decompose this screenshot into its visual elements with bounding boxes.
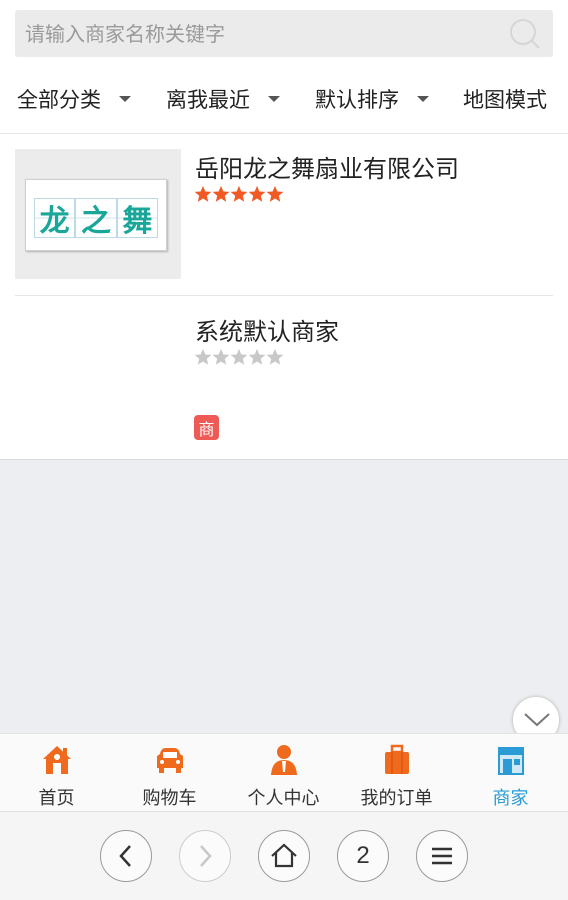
tab-profile-label: 个人中心 bbox=[247, 788, 320, 809]
shop-icon bbox=[498, 747, 524, 775]
shop-name[interactable]: 系统默认商家 bbox=[195, 312, 339, 347]
shop-list-item[interactable]: 龙 之 舞 岳阳龙之舞扇业有限公司 bbox=[15, 149, 553, 296]
tab-count: 2 bbox=[356, 842, 370, 869]
filter-distance-label: 离我最近 bbox=[166, 88, 250, 112]
filter-map-mode-label: 地图模式 bbox=[463, 88, 547, 112]
forward-button[interactable] bbox=[179, 830, 231, 882]
star-icon bbox=[194, 185, 212, 202]
star-icon bbox=[212, 348, 230, 365]
filter-sort[interactable]: 默认排序 bbox=[315, 72, 429, 126]
star-rating bbox=[194, 348, 284, 366]
tab-merchant[interactable]: 商家 bbox=[454, 734, 567, 813]
back-button[interactable] bbox=[100, 830, 152, 882]
menu-button[interactable] bbox=[416, 830, 468, 882]
caret-down-icon bbox=[417, 96, 429, 102]
filter-map-mode[interactable]: 地图模式 bbox=[463, 72, 547, 126]
logo-char: 舞 bbox=[116, 198, 158, 239]
logo-char: 之 bbox=[75, 198, 117, 239]
star-icon bbox=[266, 185, 284, 202]
caret-down-icon bbox=[268, 96, 280, 102]
tab-home-label: 首页 bbox=[38, 788, 75, 809]
filter-sort-label: 默认排序 bbox=[315, 88, 399, 112]
chevron-down-icon bbox=[524, 713, 550, 727]
star-icon bbox=[212, 185, 230, 202]
user-icon bbox=[271, 745, 297, 775]
tab-merchant-label: 商家 bbox=[492, 788, 529, 809]
browser-toolbar: 2 bbox=[0, 812, 568, 900]
filter-category-label: 全部分类 bbox=[17, 88, 101, 112]
star-icon bbox=[230, 185, 248, 202]
shop-thumbnail[interactable]: 龙 之 舞 bbox=[15, 149, 181, 279]
caret-down-icon bbox=[119, 96, 131, 102]
shop-name[interactable]: 岳阳龙之舞扇业有限公司 bbox=[195, 149, 459, 184]
bottom-tab-bar: 首页 购物车 个人中心 我的订单 商家 bbox=[0, 733, 568, 812]
tabs-button[interactable]: 2 bbox=[337, 830, 389, 882]
home-icon bbox=[43, 746, 71, 774]
tab-cart-label: 购物车 bbox=[142, 788, 197, 809]
search-input[interactable] bbox=[15, 10, 495, 57]
filter-distance[interactable]: 离我最近 bbox=[166, 72, 280, 126]
search-icon[interactable] bbox=[507, 16, 543, 52]
star-icon bbox=[266, 348, 284, 365]
shop-list-item[interactable]: 系统默认商家 商 bbox=[15, 312, 553, 452]
home-outline-icon bbox=[271, 843, 297, 868]
tab-profile[interactable]: 个人中心 bbox=[227, 734, 340, 813]
home-button[interactable] bbox=[258, 830, 310, 882]
content-area: 全部分类 离我最近 默认排序 地图模式 龙 之 舞 岳阳龙之舞扇业有限公司 bbox=[0, 0, 568, 460]
cart-icon bbox=[157, 748, 183, 773]
tab-orders-label: 我的订单 bbox=[360, 788, 433, 809]
star-icon bbox=[194, 348, 212, 365]
shop-logo: 龙 之 舞 bbox=[25, 179, 167, 251]
tab-cart[interactable]: 购物车 bbox=[113, 734, 226, 813]
logo-char: 龙 bbox=[34, 198, 76, 239]
star-icon bbox=[230, 348, 248, 365]
filter-bar: 全部分类 离我最近 默认排序 地图模式 bbox=[0, 72, 568, 134]
tab-home[interactable]: 首页 bbox=[0, 734, 113, 813]
orders-icon bbox=[385, 744, 409, 774]
chevron-right-icon bbox=[200, 845, 212, 867]
star-icon bbox=[248, 185, 266, 202]
merchant-badge: 商 bbox=[194, 415, 219, 440]
star-icon bbox=[248, 348, 266, 365]
search-bar[interactable] bbox=[15, 10, 553, 57]
filter-category[interactable]: 全部分类 bbox=[17, 72, 131, 126]
chevron-left-icon bbox=[119, 845, 131, 867]
tab-orders[interactable]: 我的订单 bbox=[340, 734, 453, 813]
star-rating bbox=[194, 185, 284, 203]
menu-icon bbox=[432, 847, 452, 865]
